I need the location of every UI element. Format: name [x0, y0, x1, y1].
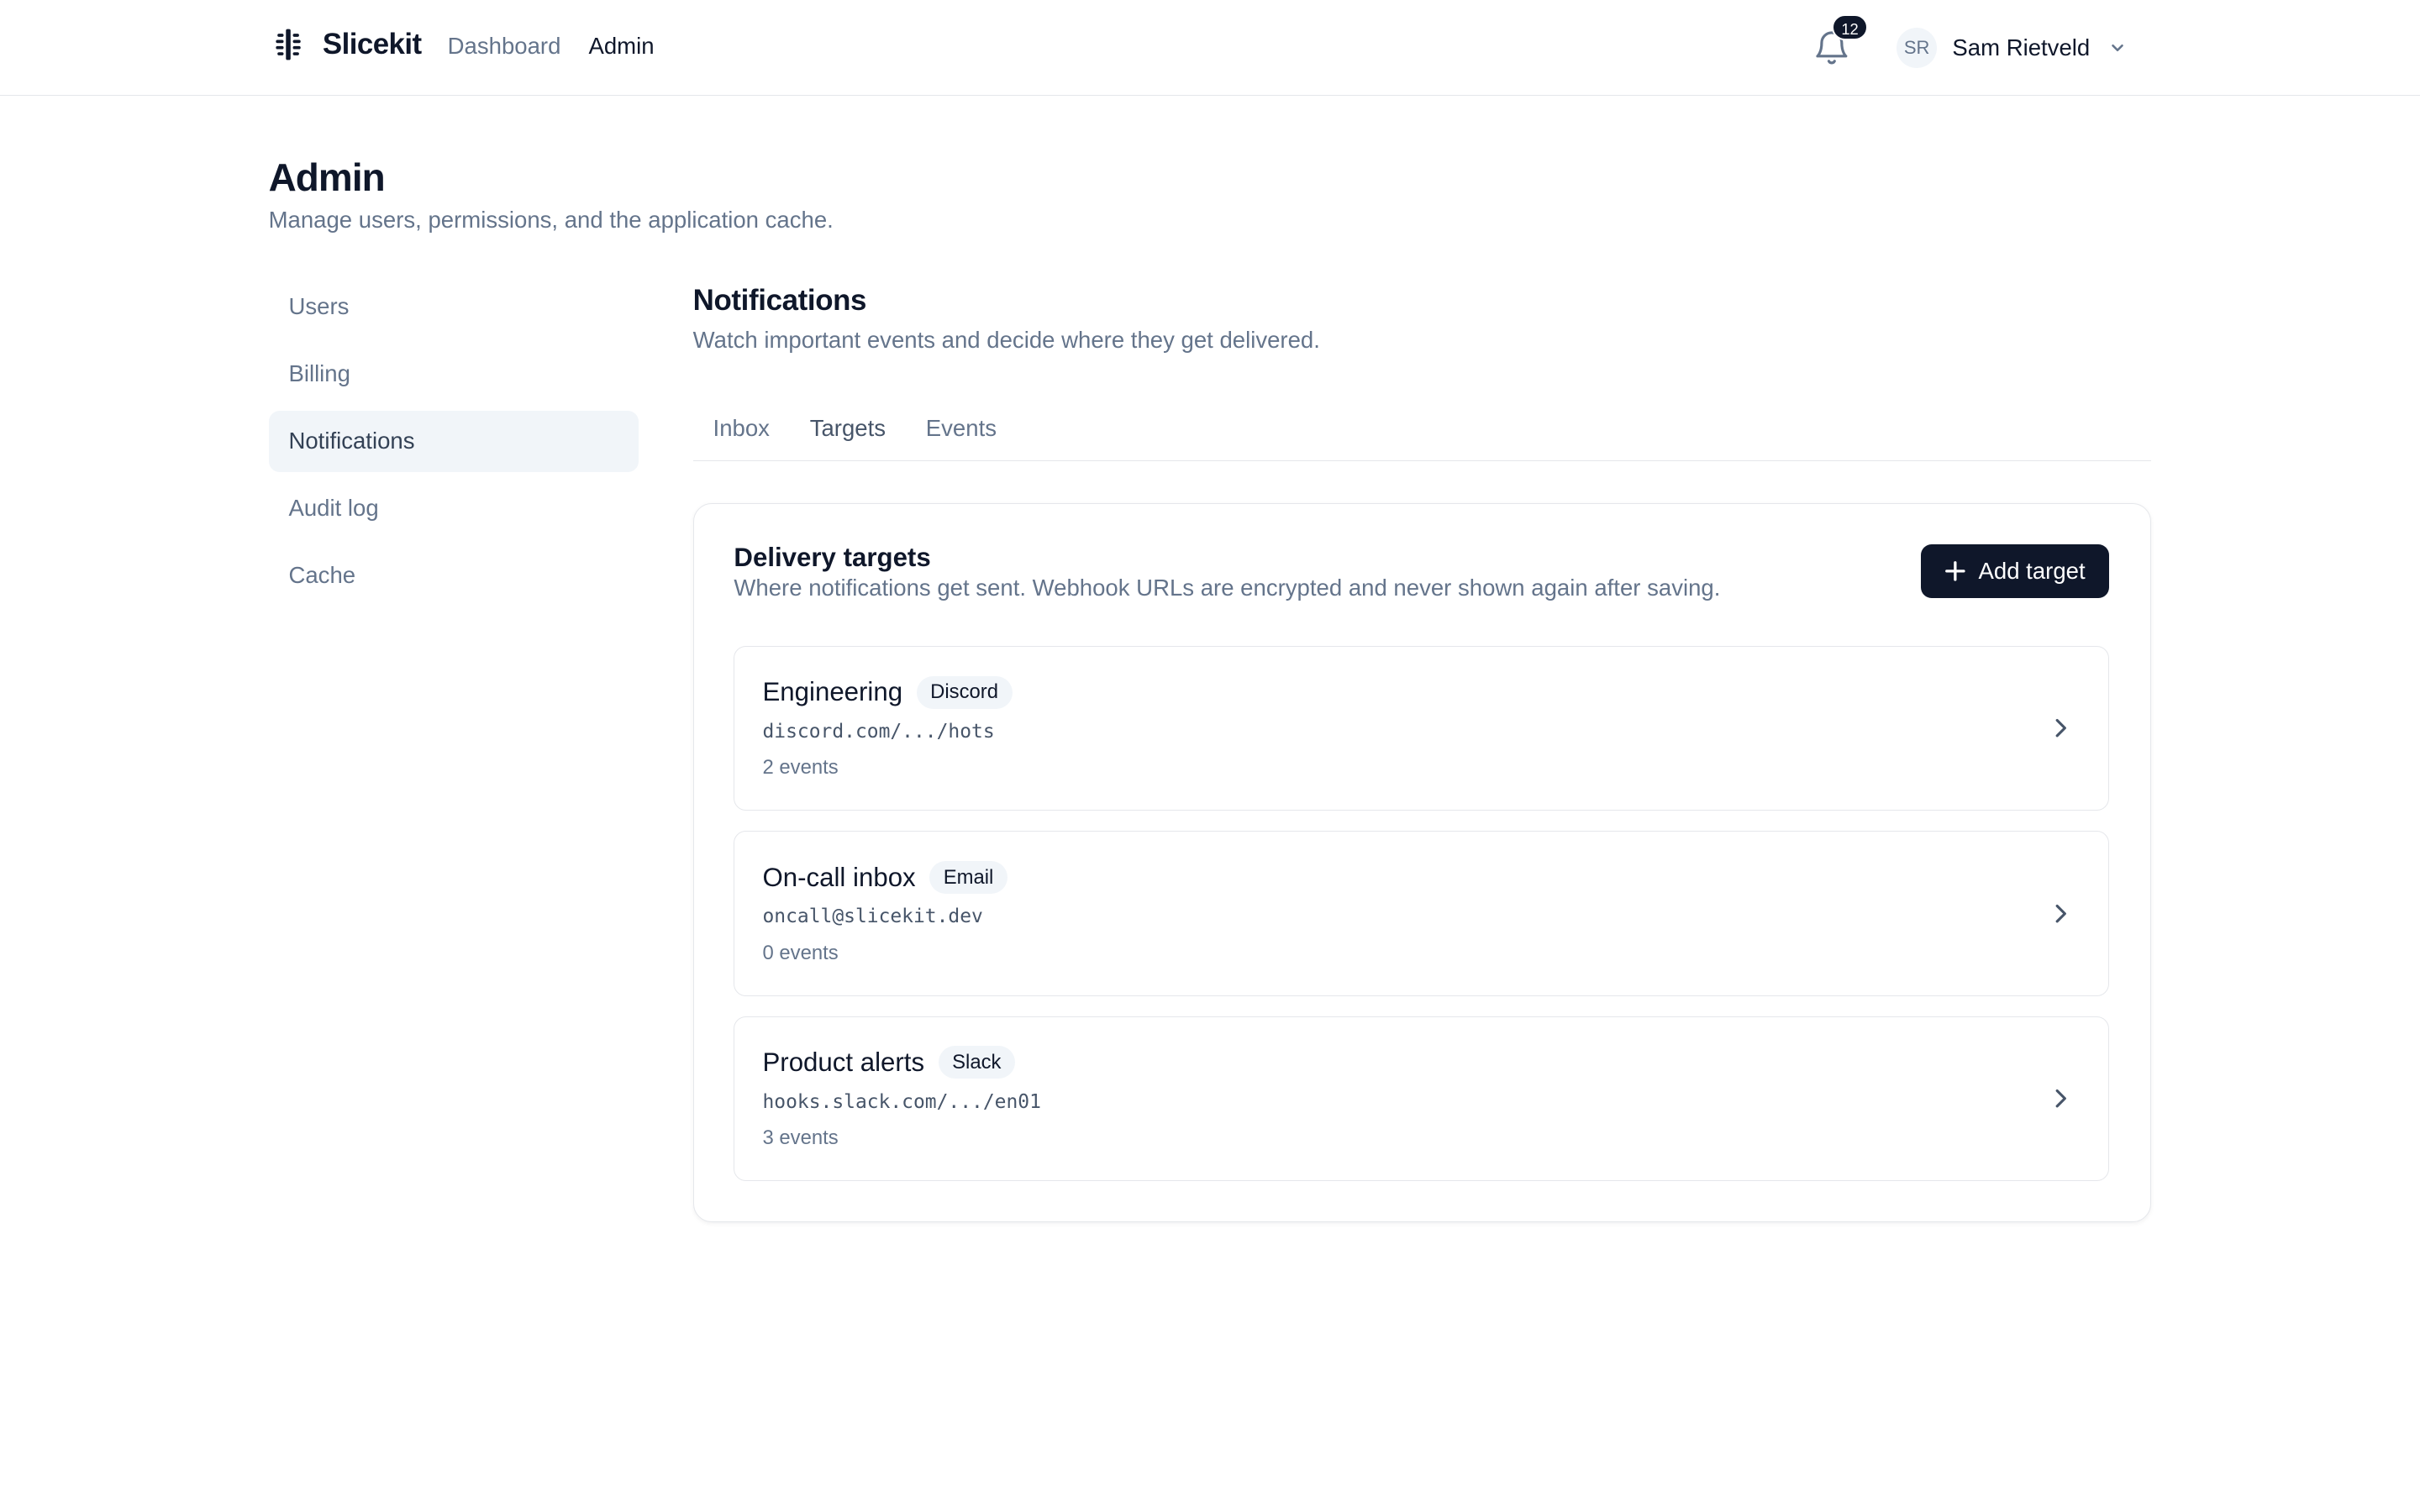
- brand-name: Slicekit: [322, 28, 422, 61]
- page-title: Admin: [268, 155, 386, 199]
- tab-inbox[interactable]: Inbox: [693, 402, 790, 460]
- sidebar-item-users[interactable]: Users: [269, 276, 639, 338]
- section-title: Notifications: [692, 283, 867, 317]
- sidebar-item-notifications[interactable]: Notifications: [268, 410, 639, 472]
- plus-icon: [1945, 560, 1965, 581]
- card-title: Delivery targets: [734, 542, 931, 572]
- target-row-product-alerts[interactable]: Product alerts Slack hooks.slack.com/...…: [734, 1016, 2109, 1182]
- sidebar-item-audit-log[interactable]: Audit log: [269, 477, 639, 538]
- sidebar-item-cache[interactable]: Cache: [269, 544, 639, 606]
- target-url: hooks.slack.com/.../en01: [762, 1090, 1041, 1113]
- target-url: discord.com/.../hots: [762, 720, 995, 743]
- target-type-badge: Discord: [916, 675, 1013, 709]
- chevron-right-icon[interactable]: [2049, 1086, 2071, 1110]
- target-type-badge: Slack: [938, 1046, 1015, 1079]
- notification-count-badge: 12: [1832, 13, 1868, 40]
- top-nav: Dashboard Admin: [448, 33, 655, 60]
- user-menu[interactable]: SR Sam Rietveld: [1897, 28, 2127, 68]
- add-target-label: Add target: [1978, 557, 2086, 584]
- target-name: On-call inbox: [762, 862, 916, 892]
- target-row-engineering[interactable]: Engineering Discord discord.com/.../hots…: [734, 645, 2109, 811]
- add-target-button[interactable]: Add target: [1920, 543, 2109, 598]
- target-name: Engineering: [762, 677, 903, 707]
- nav-admin[interactable]: Admin: [588, 33, 654, 60]
- chevron-down-icon: [2112, 44, 2124, 51]
- nav-dashboard[interactable]: Dashboard: [448, 33, 561, 60]
- chevron-right-icon[interactable]: [2049, 901, 2071, 926]
- avatar: SR: [1897, 28, 1938, 68]
- tab-events[interactable]: Events: [906, 402, 1017, 460]
- top-bar: Slicekit Dashboard Admin 12 SR Sam Rietv…: [0, 0, 2420, 96]
- sidebar-item-billing[interactable]: Billing: [269, 344, 639, 405]
- user-name: Sam Rietveld: [1952, 34, 2091, 60]
- target-event-count: 0 events: [762, 941, 839, 964]
- target-row-on-call-inbox[interactable]: On-call inbox Email oncall@slicekit.dev …: [734, 831, 2109, 996]
- target-event-count: 2 events: [762, 756, 839, 780]
- target-url: oncall@slicekit.dev: [762, 906, 983, 928]
- slicekit-logo-icon: [276, 29, 302, 60]
- page-subtitle: Manage users, permissions, and the appli…: [268, 207, 834, 234]
- section-subtitle: Watch important events and decide where …: [692, 327, 1320, 354]
- notification-tabs: Inbox Targets Events: [692, 402, 2152, 462]
- target-name: Product alerts: [762, 1047, 925, 1077]
- admin-sidebar: Users Billing Notifications Audit log Ca…: [268, 276, 639, 612]
- brand[interactable]: Slicekit: [270, 26, 422, 63]
- target-event-count: 3 events: [762, 1126, 839, 1149]
- delivery-targets-card: Delivery targets Where notifications get…: [692, 502, 2152, 1222]
- chevron-right-icon[interactable]: [2049, 716, 2071, 740]
- target-type-badge: Email: [929, 861, 1007, 895]
- card-subtitle: Where notifications get sent. Webhook UR…: [734, 575, 1721, 601]
- tab-targets[interactable]: Targets: [790, 402, 906, 460]
